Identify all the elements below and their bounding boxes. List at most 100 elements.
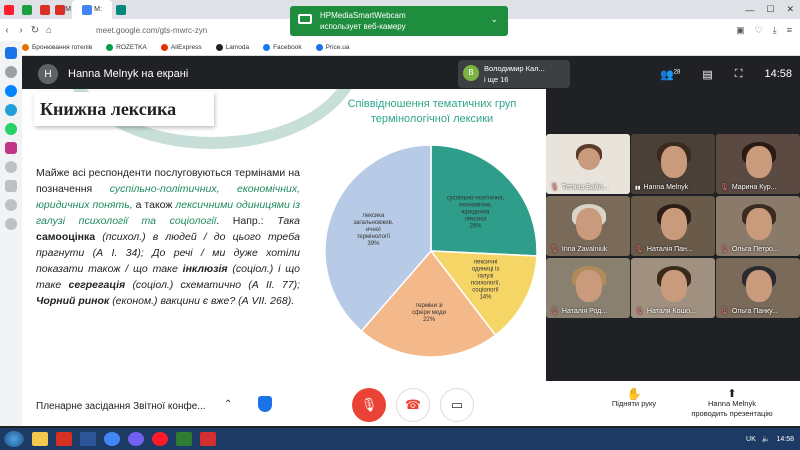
participant-face [661,146,687,178]
history-icon[interactable] [5,199,17,211]
speaker-more: і ще 16 [484,75,509,84]
participant-name: Наталія Род... [561,307,608,315]
activities-icon[interactable]: ⛶ [735,68,743,81]
viber-icon[interactable] [128,432,144,446]
participant-name: Тетяна Байл... [561,183,609,191]
browser-tab[interactable] [36,0,54,19]
clock-icon[interactable] [5,161,17,173]
raise-hand-button[interactable]: ✋ Підняти руку [604,388,664,409]
home-icon[interactable] [5,47,17,59]
back-icon[interactable]: ‹ [0,25,14,36]
shield-icon[interactable] [258,396,272,412]
language-indicator[interactable]: UK [746,436,756,443]
presenting-button[interactable]: ⬆ Hanna Melnyk проводить презентацію [686,389,778,419]
people-icon[interactable]: 👥28 [660,68,680,81]
close-icon[interactable]: ✕ [786,4,794,15]
browser-tab[interactable] [0,0,18,19]
minimize-icon[interactable]: — [745,5,754,15]
bookmark-icon [315,44,323,52]
body-run-bold: інклюзія [182,263,228,275]
gmail-tab-icon [55,4,66,15]
powerpoint-icon[interactable] [56,432,72,446]
participant-tile[interactable]: 🎙 Наталія Род... [546,258,630,318]
browser-tab[interactable] [112,0,130,19]
reload-icon[interactable]: ↻ [28,25,42,36]
speaker-avatar: В [463,65,479,81]
chrome-icon[interactable] [104,432,120,446]
file-explorer-icon[interactable] [32,432,48,446]
whatsapp-icon[interactable] [5,123,17,135]
volume-icon[interactable]: 🔈 [762,435,771,443]
participant-name: Hanna Melnyk [643,184,689,191]
participant-name: Inna Zavalniuk [561,245,608,253]
participant-tile[interactable]: 🎙 Наталія Пан... [631,196,715,256]
chevron-down-icon[interactable]: ⌄ [490,14,498,25]
camera-icon: ▭ [450,397,464,412]
maximize-icon[interactable]: ☐ [766,4,774,15]
forward-icon[interactable]: › [14,25,28,36]
leave-call-button[interactable]: ☎ [396,388,430,422]
browser-tools: ▣ ♡ ⤓ ≡ [736,25,792,36]
meeting-clock: 14:58 [764,68,792,80]
instagram-icon[interactable] [5,142,17,154]
browser-tab[interactable]: M [54,0,72,19]
bookmark-label: AliExpress [170,44,202,52]
meeting-title: Пленарне засідання Звітної конфе... [36,401,206,412]
url-field[interactable]: meet.google.com/gts-mwrc-zyn [96,26,207,35]
slide-body-text: Майже всі респонденти послуговуються тер… [36,165,300,309]
opera-icon[interactable] [152,432,168,446]
taskbar-clock[interactable]: 14:58 [776,436,794,443]
participant-tile[interactable]: 🎙 Ольга Панку... [716,258,800,318]
cube-icon[interactable] [5,180,17,192]
webcam-notification[interactable]: HPMediaSmartWebcam использует веб-камеру… [290,6,508,36]
bookmark-item[interactable]: AliExpress [160,44,202,52]
participant-tile[interactable]: 🎙 Ольга Петро... [716,196,800,256]
word-icon[interactable] [80,432,96,446]
browser-tab[interactable] [18,0,36,19]
download-icon[interactable]: ⤓ [773,25,777,36]
mic-muted-icon: 🎙 [550,308,559,315]
gmail-tab-icon [40,4,50,15]
telegram-icon[interactable] [5,104,17,116]
excel-icon[interactable] [176,432,192,446]
participant-name-row: 🎙 Тетяна Байл... [550,183,609,192]
browser-tab[interactable]: M: [72,0,112,19]
windows-taskbar: UK 🔈 14:58 [0,428,800,450]
bookmark-item[interactable]: Facebook [263,44,302,52]
microphone-off-button[interactable]: 🎙 [352,388,386,422]
microphone-off-icon: 🎙 [360,397,378,412]
camera-icon[interactable]: ▣ [736,25,745,36]
bookmark-item[interactable]: ROZETKA [106,44,147,52]
participant-tile[interactable]: ▮▮ Hanna Melnyk [631,134,715,194]
participant-tile[interactable]: 🎙 Тетяна Байл... [546,134,630,194]
active-speaker-chip[interactable]: В Володимир Кал... і ще 16 [458,60,570,88]
participant-name-row: 🎙 Ольга Петро... [720,245,779,254]
chat-icon[interactable]: ▤ [702,68,712,81]
settings-icon[interactable] [5,218,17,230]
participant-face [578,148,600,170]
home-icon[interactable]: ⌂ [42,25,56,36]
messenger-icon[interactable] [5,85,17,97]
participant-name: Ольга Панку... [731,307,778,315]
mic-muted-icon: 🎙 [635,308,644,315]
bookmark-item[interactable]: Бронювання готелів [22,44,92,52]
pie-slice-value: 39% [367,241,380,247]
participant-name: Наталія Пан... [646,245,693,253]
participant-name-row: 🎙 Наталія Род... [550,307,608,316]
participant-tile[interactable]: 🎙 Наталя Кошо... [631,258,715,318]
pdf-icon[interactable] [200,432,216,446]
participant-name-row: ▮▮ Hanna Melnyk [635,184,688,191]
star-icon[interactable] [5,66,17,78]
bookmark-star-icon[interactable]: ♡ [755,25,763,36]
participant-tile[interactable]: 🎙 Inna Zavalniuk [546,196,630,256]
body-run-bold: самооцінка [36,231,96,243]
bookmark-item[interactable]: Lamoda [215,44,249,52]
bookmark-item[interactable]: Price.ua [315,44,349,52]
body-run-italic: (економ.) вакцини є вже? (А VII. 268). [112,295,295,307]
participant-tile[interactable]: 🎙 Марина Кур... [716,134,800,194]
chevron-up-icon[interactable]: ⌃ [224,399,232,410]
participant-face [576,270,602,302]
camera-button[interactable]: ▭ [440,388,474,422]
menu-icon[interactable]: ≡ [787,25,792,36]
start-button[interactable] [4,431,24,447]
